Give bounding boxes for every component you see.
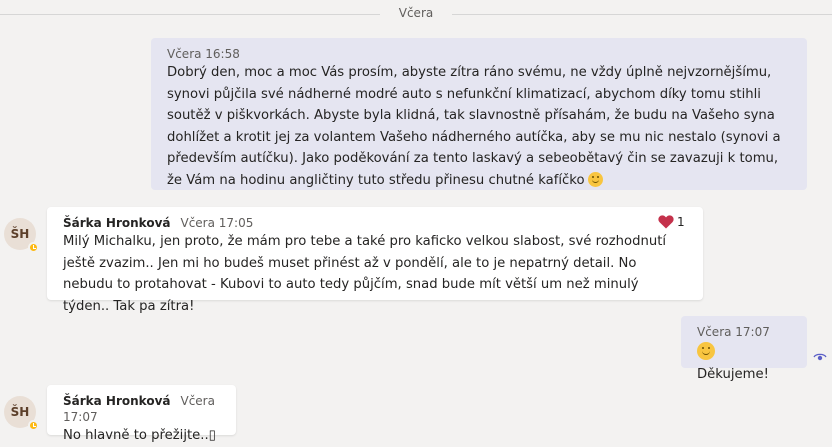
message-text-wrap: Dobrý den, moc a moc Vás prosím, abyste … [167,62,791,191]
message-text-wrap: No hlavně to přežijte..▯ [63,425,220,447]
message-timestamp: Včera 17:05 [180,216,254,230]
reaction-heart[interactable]: 1 [658,215,685,229]
my-message[interactable]: Včera 17:07 Děkujeme! [681,316,807,382]
presence-away-icon [28,242,39,253]
received-message[interactable]: Šárka Hronková Včera 17:05 Milý Michalku,… [47,207,703,314]
message-author: Šárka Hronková [63,216,171,230]
trailing-glyph: ▯ [208,428,216,443]
heart-icon [658,215,674,229]
divider-line-right [452,14,832,15]
message-timestamp: Včera 17:07 [697,325,770,339]
reaction-count: 1 [677,215,685,229]
message-text: No hlavně to přežijte.. [63,428,209,443]
avatar-initials: ŠH [10,405,30,419]
avatar[interactable]: ŠH [4,218,39,253]
received-message[interactable]: Šárka Hronková Včera 17:07 No hlavně to p… [47,385,236,443]
message-author: Šárka Hronková [63,394,171,408]
my-message[interactable]: Včera 16:58 Dobrý den, moc a moc Vás pro… [151,38,807,190]
avatar[interactable]: ŠH [4,396,39,431]
divider-line-left [0,14,380,15]
avatar-initials: ŠH [10,227,30,241]
smile-emoji-icon [697,342,715,360]
date-divider-label: Včera [398,6,434,20]
eye-icon[interactable] [813,352,827,362]
message-timestamp: Včera 16:58 [167,47,240,61]
presence-away-icon [28,420,39,431]
message-text-wrap: Děkujeme! [697,342,791,385]
date-divider: Včera [0,6,832,20]
smile-emoji-icon [587,171,603,187]
message-header: Šárka Hronková Včera 17:05 [63,215,687,231]
message-text: Děkujeme! [697,366,769,382]
message-text: Milý Michalku, jen proto, že mám pro teb… [63,234,667,314]
message-header: Šárka Hronková Včera 17:07 [63,393,220,425]
message-text: Dobrý den, moc a moc Vás prosím, abyste … [167,65,781,188]
